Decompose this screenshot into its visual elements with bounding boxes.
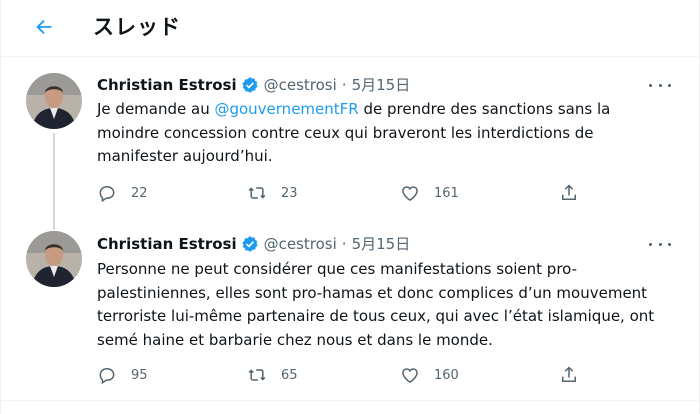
- tweet-date[interactable]: 5月15日: [352, 74, 411, 95]
- reply-count: 22: [131, 185, 148, 201]
- bottom-divider: [1, 400, 700, 401]
- header: スレッド: [1, 0, 700, 54]
- thread-connector: [53, 133, 55, 230]
- heart-icon: [402, 186, 418, 201]
- back-button[interactable]: [31, 14, 57, 40]
- author-handle[interactable]: @cestrosi: [264, 76, 337, 94]
- retweet-count: 65: [281, 367, 298, 383]
- separator-dot: ·: [341, 75, 347, 94]
- reply-button[interactable]: 22: [97, 183, 148, 203]
- avatar-image: [26, 231, 82, 287]
- retweet-button[interactable]: 65: [247, 365, 298, 385]
- like-count: 160: [434, 367, 459, 383]
- share-icon: [562, 366, 576, 382]
- verified-badge-icon: [241, 235, 258, 252]
- header-divider: [1, 56, 700, 57]
- author-name[interactable]: Christian Estrosi: [97, 235, 237, 253]
- verified-badge-icon: [241, 76, 258, 93]
- avatar[interactable]: [26, 231, 82, 287]
- share-button[interactable]: [559, 365, 579, 385]
- thread-page: スレッド Christian Estrosi @cestrosi · 5月15日: [0, 0, 700, 414]
- like-count: 161: [434, 185, 459, 201]
- page-title: スレッド: [93, 15, 181, 39]
- more-options-icon[interactable]: [649, 78, 671, 92]
- tweet-text: Personne ne peut considérer que ces mani…: [97, 260, 655, 349]
- avatar[interactable]: [26, 73, 82, 129]
- share-icon: [562, 184, 576, 200]
- tweet-text: Je demande au @gouvernementFR de prendre…: [97, 98, 657, 169]
- arrow-left-icon: [36, 19, 52, 35]
- retweet-icon: [248, 369, 266, 381]
- tweet-actions: 22 23 161: [97, 183, 617, 205]
- retweet-icon: [248, 187, 266, 199]
- tweet-date[interactable]: 5月15日: [352, 233, 411, 254]
- more-options-icon[interactable]: [649, 237, 671, 251]
- reply-button[interactable]: 95: [97, 365, 148, 385]
- like-button[interactable]: 160: [400, 365, 459, 385]
- reply-count: 95: [131, 367, 148, 383]
- tweet-text-part: Je demande au: [97, 100, 215, 118]
- author-handle[interactable]: @cestrosi: [264, 235, 337, 253]
- tweet-header: Christian Estrosi @cestrosi · 5月15日: [97, 233, 410, 254]
- tweet-actions: 95 65 160: [97, 365, 617, 387]
- share-button[interactable]: [559, 183, 579, 203]
- retweet-button[interactable]: 23: [247, 183, 298, 203]
- mention-link[interactable]: @gouvernementFR: [214, 100, 358, 118]
- tweet-header: Christian Estrosi @cestrosi · 5月15日: [97, 74, 410, 95]
- heart-icon: [402, 368, 418, 383]
- reply-icon: [99, 367, 115, 385]
- separator-dot: ·: [341, 234, 347, 253]
- avatar-image: [26, 73, 82, 129]
- retweet-count: 23: [281, 185, 298, 201]
- author-name[interactable]: Christian Estrosi: [97, 76, 237, 94]
- like-button[interactable]: 161: [400, 183, 459, 203]
- reply-icon: [99, 185, 115, 203]
